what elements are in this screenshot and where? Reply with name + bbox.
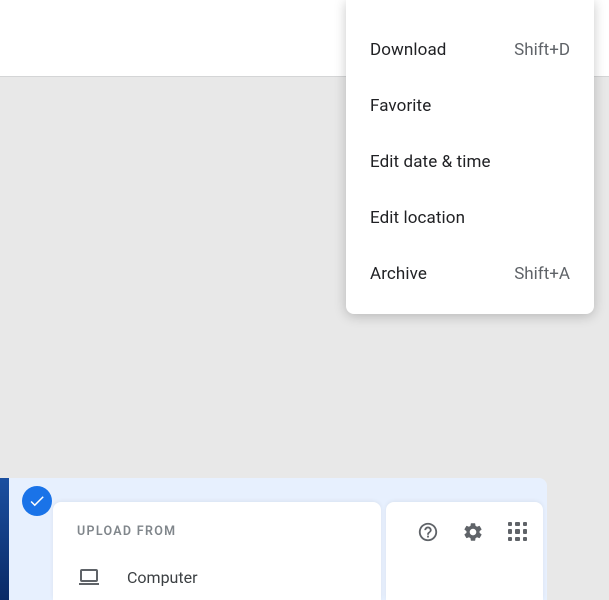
menu-label: Download — [370, 40, 446, 60]
apps-button[interactable] — [502, 516, 533, 547]
gear-icon — [462, 521, 484, 543]
upload-option-computer[interactable]: Computer — [77, 565, 357, 589]
context-menu: Download Shift+D Favorite Edit date & ti… — [346, 0, 594, 314]
help-button[interactable] — [412, 516, 443, 547]
menu-item-archive[interactable]: Archive Shift+A — [346, 246, 594, 302]
menu-shortcut: Shift+D — [514, 40, 570, 60]
laptop-icon — [77, 565, 101, 589]
menu-item-download[interactable]: Download Shift+D — [346, 22, 594, 78]
menu-label: Edit date & time — [370, 152, 491, 172]
selection-check-icon[interactable] — [22, 486, 52, 516]
toolbar-card — [386, 502, 543, 600]
thumbnail-strip[interactable] — [0, 478, 9, 600]
settings-button[interactable] — [457, 516, 488, 547]
upload-card: Upload from Computer — [53, 502, 381, 600]
help-icon — [417, 521, 439, 543]
menu-item-edit-date-time[interactable]: Edit date & time — [346, 134, 594, 190]
menu-label: Edit location — [370, 208, 465, 228]
menu-item-favorite[interactable]: Favorite — [346, 78, 594, 134]
apps-grid-icon — [508, 522, 528, 542]
menu-shortcut: Shift+A — [514, 264, 570, 284]
menu-item-edit-location[interactable]: Edit location — [346, 190, 594, 246]
menu-label: Archive — [370, 264, 427, 284]
menu-label: Favorite — [370, 96, 431, 116]
upload-heading: Upload from — [77, 524, 357, 539]
upload-option-label: Computer — [127, 568, 198, 587]
